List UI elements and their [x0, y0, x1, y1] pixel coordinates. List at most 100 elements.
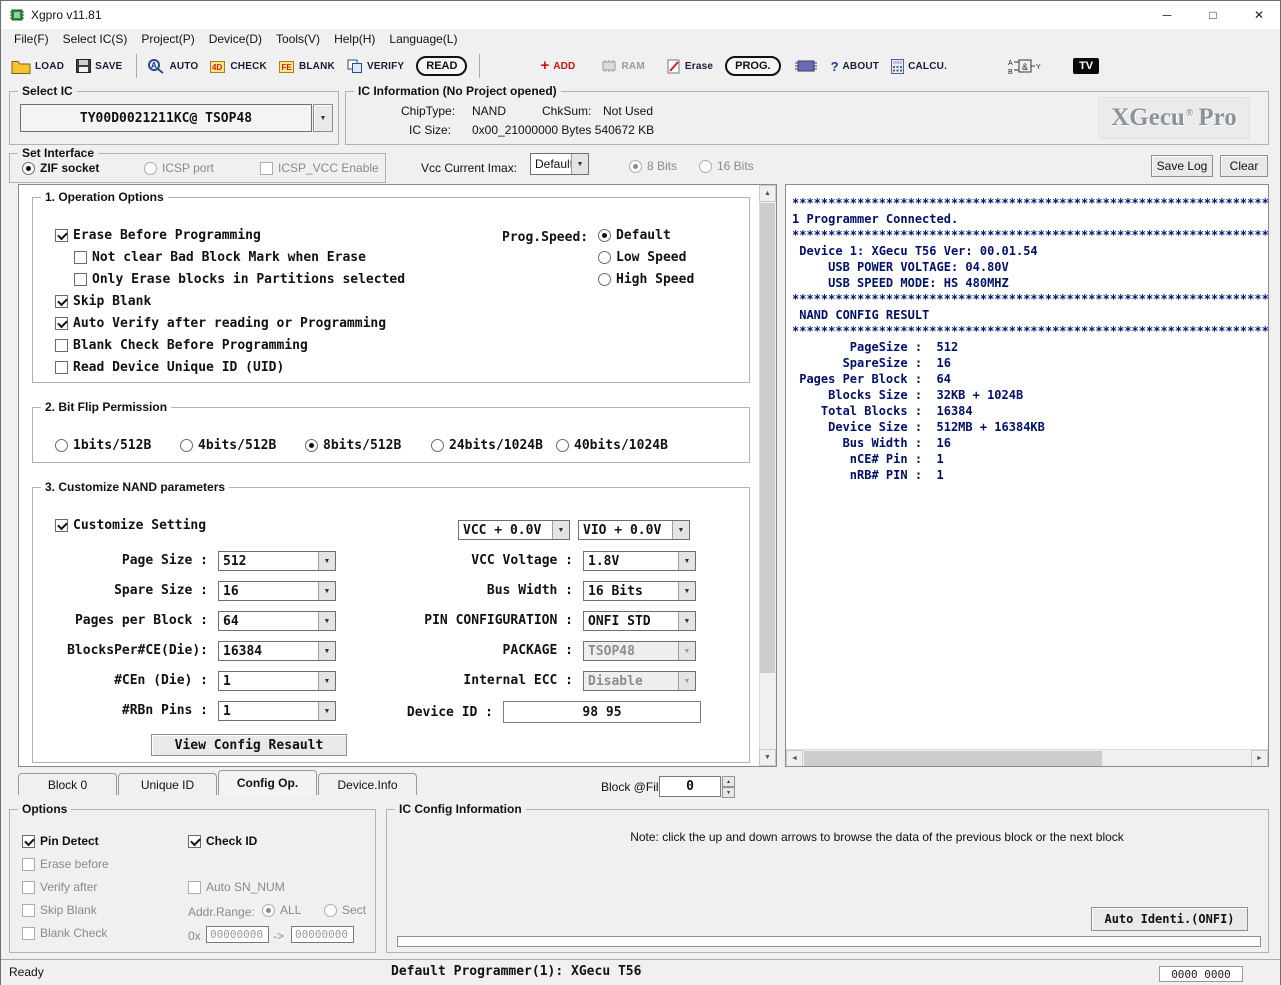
menu-item-help[interactable]: Help(H)	[327, 29, 382, 49]
tab-unique-id[interactable]: Unique ID	[118, 773, 217, 795]
chevron-down-icon[interactable]	[318, 642, 335, 660]
checkbox-pin-detect[interactable]: Pin Detect	[22, 834, 99, 848]
scroll-left-button[interactable]	[786, 750, 803, 767]
scrollbar-thumb[interactable]	[804, 751, 1102, 766]
bus-width-select[interactable]: 16 Bits	[583, 581, 696, 601]
scroll-right-button[interactable]	[1251, 750, 1268, 767]
vio-adjust-select[interactable]: VIO + 0.0V	[578, 520, 690, 540]
menu-item-language[interactable]: Language(L)	[382, 29, 464, 49]
radio-icsp-port[interactable]: ICSP port	[144, 161, 214, 175]
scroll-up-button[interactable]	[759, 185, 776, 202]
radio-1bits-512b[interactable]: 1bits/512B	[55, 438, 151, 453]
chevron-down-icon[interactable]	[678, 552, 695, 570]
checkbox-blank-check-option[interactable]: Blank Check	[22, 926, 107, 940]
checkbox-blank-check-before[interactable]: Blank Check Before Programming	[55, 338, 308, 353]
vcc-voltage-select[interactable]: 1.8V	[583, 551, 696, 571]
logic-test-button[interactable]: A B & Y	[1007, 57, 1043, 75]
radio-speed-low[interactable]: Low Speed	[598, 250, 686, 265]
radio-4bits-512b[interactable]: 4bits/512B	[180, 438, 276, 453]
radio-addr-sect[interactable]: Sect	[324, 903, 366, 917]
view-config-result-button[interactable]: View Config Resault	[151, 734, 347, 756]
tab-block0[interactable]: Block 0	[18, 773, 117, 795]
auto-identify-button[interactable]: Auto Identi.(ONFI)	[1091, 907, 1248, 931]
menu-item-select-ic[interactable]: Select IC(S)	[56, 29, 135, 49]
tab-device-info[interactable]: Device.Info	[318, 773, 417, 795]
menu-item-device[interactable]: Device(D)	[202, 29, 269, 49]
chevron-down-icon[interactable]	[318, 582, 335, 600]
checkbox-not-clear-bad-block[interactable]: Not clear Bad Block Mark when Erase	[74, 250, 366, 265]
pin-configuration-select[interactable]: ONFI STD	[583, 611, 696, 631]
chevron-down-icon[interactable]	[318, 672, 335, 690]
block-spinner-up-button[interactable]	[722, 776, 735, 787]
menu-item-project[interactable]: Project(P)	[134, 29, 201, 49]
tab-config-op[interactable]: Config Op.	[218, 770, 317, 795]
vcc-adjust-select[interactable]: VCC + 0.0V	[458, 520, 570, 540]
checkbox-verify-after[interactable]: Verify after	[22, 880, 97, 894]
device-id-input[interactable]: 98 95	[503, 701, 701, 723]
addr-start-input[interactable]: 00000000	[206, 926, 269, 943]
auto-button[interactable]: A AUTO	[147, 58, 198, 74]
close-button[interactable]: ✕	[1236, 1, 1281, 29]
checkbox-check-id[interactable]: Check ID	[188, 834, 257, 848]
blank-button[interactable]: FE BLANK	[279, 59, 335, 74]
chip-button[interactable]	[793, 58, 819, 74]
read-button[interactable]: READ	[416, 56, 467, 76]
ic-select-dropdown-button[interactable]	[313, 104, 333, 132]
radio-speed-high[interactable]: High Speed	[598, 272, 694, 287]
chevron-down-icon[interactable]	[571, 154, 588, 174]
save-log-button[interactable]: Save Log	[1151, 155, 1213, 177]
ram-button[interactable]: RAM	[601, 60, 644, 72]
block-at-file-input[interactable]: 0	[659, 776, 721, 797]
scrollbar-thumb[interactable]	[760, 203, 775, 673]
radio-16-bits[interactable]: 16 Bits	[699, 159, 754, 173]
checkbox-icsp-vcc-enable[interactable]: ICSP_VCC Enable	[260, 161, 379, 175]
tv-button[interactable]: TV	[1073, 58, 1099, 74]
blocks-per-ce-select[interactable]: 16384	[218, 641, 336, 661]
chevron-down-icon[interactable]	[672, 521, 689, 539]
checkbox-erase-before[interactable]: Erase before	[22, 857, 109, 871]
addr-end-input[interactable]: 00000000	[291, 926, 354, 943]
add-button[interactable]: + ADD	[540, 61, 575, 72]
save-button[interactable]: SAVE	[76, 59, 122, 73]
chevron-down-icon[interactable]	[678, 582, 695, 600]
ic-select-display[interactable]: TY00D0021211KC@ TSOP48	[20, 104, 312, 132]
radio-speed-default[interactable]: Default	[598, 228, 671, 243]
check-button[interactable]: 4D CHECK	[210, 59, 267, 74]
pages-per-block-select[interactable]: 64	[218, 611, 336, 631]
checkbox-read-uid[interactable]: Read Device Unique ID (UID)	[55, 360, 284, 375]
chevron-down-icon[interactable]	[678, 612, 695, 630]
calcu-button[interactable]: CALCU.	[891, 59, 947, 74]
maximize-button[interactable]: □	[1190, 1, 1236, 29]
checkbox-auto-sn-num[interactable]: Auto SN_NUM	[188, 880, 285, 894]
checkbox-skip-blank-option[interactable]: Skip Blank	[22, 903, 97, 917]
radio-24bits-1024b[interactable]: 24bits/1024B	[431, 438, 543, 453]
checkbox-auto-verify[interactable]: Auto Verify after reading or Programming	[55, 316, 386, 331]
checkbox-only-erase-partitions[interactable]: Only Erase blocks in Partitions selected	[74, 272, 405, 287]
chevron-down-icon[interactable]	[318, 552, 335, 570]
about-button[interactable]: ? ABOUT	[831, 59, 880, 74]
load-button[interactable]: LOAD	[11, 59, 64, 74]
minimize-button[interactable]: ─	[1144, 1, 1190, 29]
checkbox-erase-before-programming[interactable]: Erase Before Programming	[55, 228, 261, 243]
radio-40bits-1024b[interactable]: 40bits/1024B	[556, 438, 668, 453]
vcc-current-select[interactable]: Default	[530, 153, 589, 175]
page-size-select[interactable]: 512	[218, 551, 336, 571]
chevron-down-icon[interactable]	[318, 612, 335, 630]
clear-button[interactable]: Clear	[1220, 155, 1268, 177]
prog-button[interactable]: PROG.	[725, 56, 780, 76]
spare-size-select[interactable]: 16	[218, 581, 336, 601]
cen-die-select[interactable]: 1	[218, 671, 336, 691]
menu-item-tools[interactable]: Tools(V)	[269, 29, 327, 49]
radio-8-bits[interactable]: 8 Bits	[629, 159, 677, 173]
log-hscrollbar[interactable]	[786, 749, 1268, 766]
block-spinner-down-button[interactable]	[722, 787, 735, 798]
scroll-down-button[interactable]	[759, 749, 776, 766]
checkbox-skip-blank[interactable]: Skip Blank	[55, 294, 151, 309]
radio-8bits-512b[interactable]: 8bits/512B	[305, 438, 401, 453]
radio-addr-all[interactable]: ALL	[262, 903, 301, 917]
chevron-down-icon[interactable]	[552, 521, 569, 539]
checkbox-customize-setting[interactable]: Customize Setting	[55, 518, 206, 533]
radio-zif-socket[interactable]: ZIF socket	[22, 161, 99, 175]
menu-item-file[interactable]: File(F)	[7, 29, 56, 49]
erase-button[interactable]: Erase	[667, 59, 713, 74]
